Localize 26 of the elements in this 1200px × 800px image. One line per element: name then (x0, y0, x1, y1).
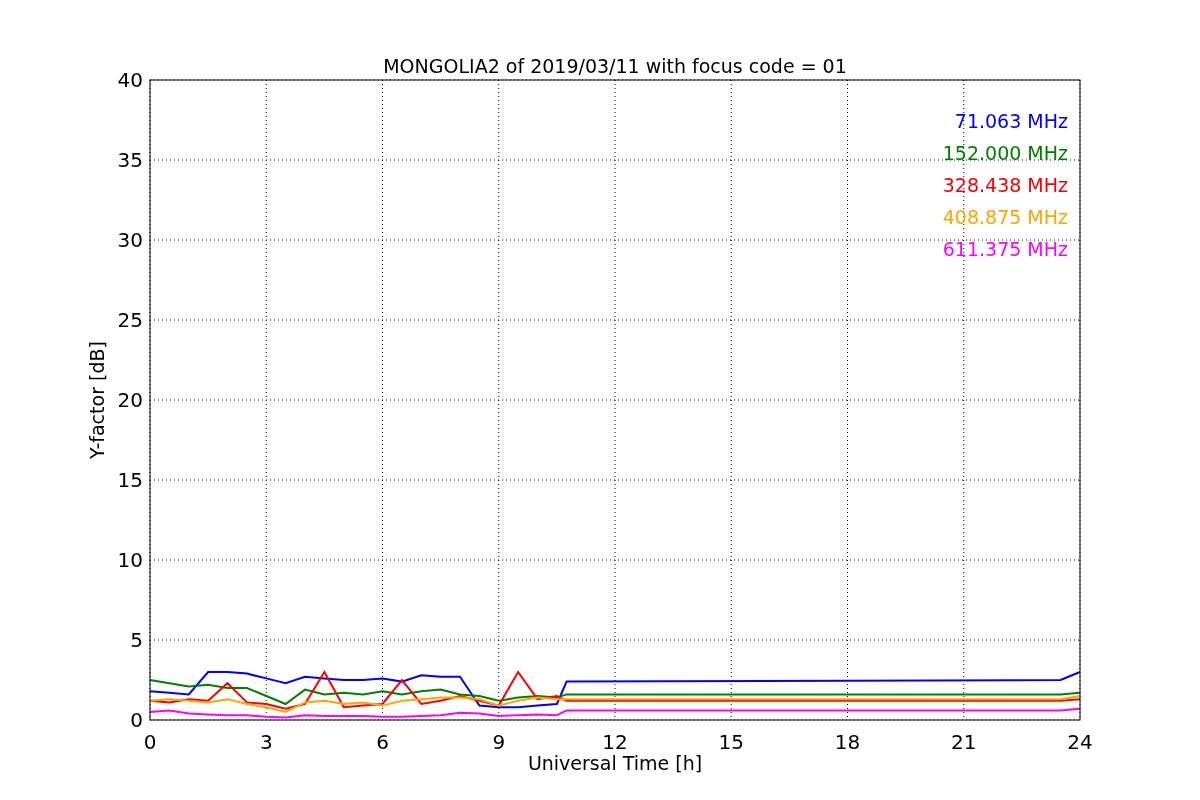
tick-label: 20 (117, 388, 143, 412)
tick-label: 10 (117, 548, 143, 572)
tick-label: 15 (718, 730, 744, 754)
tick-label: 5 (130, 628, 143, 652)
tick-label: 12 (602, 730, 628, 754)
tick-label: 6 (376, 730, 389, 754)
tick-label: 40 (117, 68, 143, 92)
tick-label: 30 (117, 228, 143, 252)
legend-label: 408.875 MHz (942, 206, 1068, 228)
tick-label: 3 (259, 730, 273, 754)
tick-label: 18 (834, 730, 861, 754)
legend-label: 71.063 MHz (954, 110, 1068, 132)
tick-label: 21 (951, 730, 977, 754)
chart-title: MONGOLIA2 of 2019/03/11 with focus code = 01 (383, 55, 847, 77)
tick-label: 24 (1067, 730, 1093, 754)
tick-label: 0 (143, 730, 157, 754)
legend-label: 611.375 MHz (942, 238, 1068, 260)
x-axis-label: Universal Time [h] (527, 752, 703, 774)
legend-label: 328.438 MHz (942, 174, 1068, 196)
y-axis-label: Y-factor [dB] (86, 341, 108, 459)
tick-label: 25 (117, 308, 143, 332)
tick-label: 0 (130, 708, 143, 732)
legend-label: 152.000 MHz (942, 142, 1068, 164)
tick-label: 15 (117, 468, 143, 492)
tick-label: 35 (117, 148, 143, 172)
tick-label: 9 (492, 730, 506, 754)
